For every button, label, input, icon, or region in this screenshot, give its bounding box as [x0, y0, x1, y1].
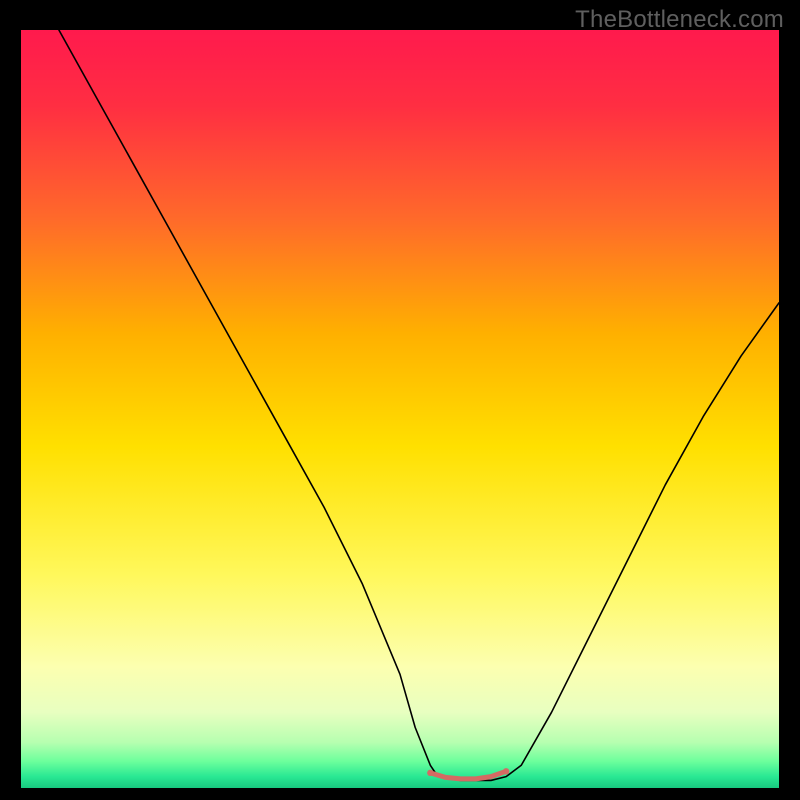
chart-frame: TheBottleneck.com: [0, 0, 800, 800]
chart-svg: [21, 30, 779, 788]
watermark-text: TheBottleneck.com: [575, 6, 784, 34]
plot-area: [21, 30, 779, 788]
